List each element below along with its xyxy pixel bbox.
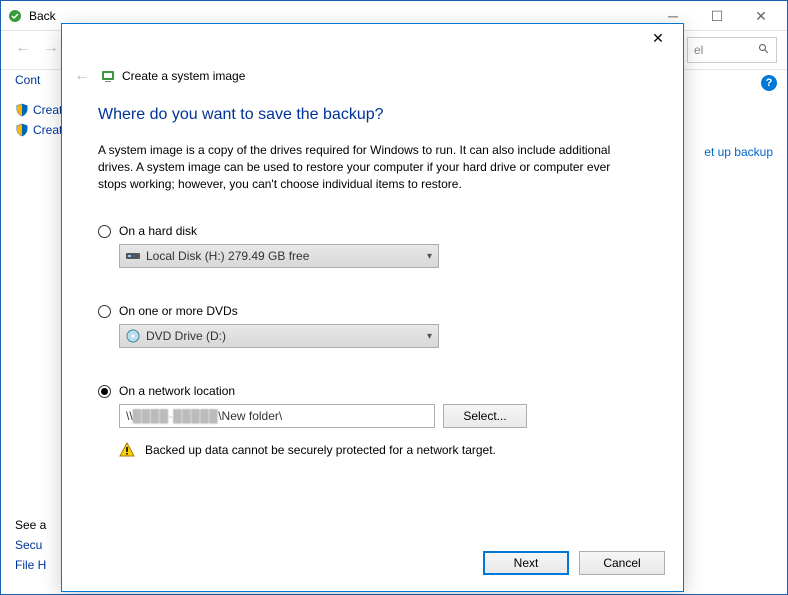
dialog-back-arrow-icon: ← xyxy=(70,64,94,88)
option-hard-disk: On a hard disk Local Disk (H:) 279.49 GB… xyxy=(98,224,647,268)
network-warning-text: Backed up data cannot be securely protec… xyxy=(145,443,496,457)
network-radio-row[interactable]: On a network location xyxy=(98,384,647,398)
network-warning-row: Backed up data cannot be securely protec… xyxy=(119,442,647,458)
next-button[interactable]: Next xyxy=(483,551,569,575)
dialog-title: Create a system image xyxy=(122,69,245,83)
dialog-close-button[interactable]: ✕ xyxy=(637,26,679,50)
search-box[interactable]: el xyxy=(687,37,777,63)
search-icon xyxy=(758,43,770,58)
sidebar-link-label: Creat xyxy=(33,123,62,137)
cancel-button[interactable]: Cancel xyxy=(579,551,665,575)
option-network: On a network location \\ ████-█████ \New… xyxy=(98,384,647,458)
hard-disk-radio-row[interactable]: On a hard disk xyxy=(98,224,647,238)
radio-icon[interactable] xyxy=(98,305,111,318)
see-also: See a Secu File H xyxy=(15,512,46,578)
hard-disk-value: Local Disk (H:) 279.49 GB free xyxy=(146,249,309,263)
dialog-question: Where do you want to save the backup? xyxy=(98,106,647,124)
search-text: el xyxy=(694,43,703,57)
hard-disk-icon xyxy=(126,249,140,263)
sidebar-link-label: Creat xyxy=(33,103,62,117)
dialog-footer: Next Cancel xyxy=(473,551,665,575)
bottom-link[interactable]: File H xyxy=(15,558,46,572)
hard-disk-combo[interactable]: Local Disk (H:) 279.49 GB free ▾ xyxy=(119,244,439,268)
dvd-value: DVD Drive (D:) xyxy=(146,329,226,343)
close-button[interactable]: ✕ xyxy=(739,3,783,29)
radio-icon[interactable] xyxy=(98,385,111,398)
bottom-link[interactable]: Secu xyxy=(15,538,46,552)
network-path-redacted: ████-█████ xyxy=(133,409,219,423)
option-dvd: On one or more DVDs DVD Drive (D:) ▾ xyxy=(98,304,647,348)
shield-icon xyxy=(15,103,29,117)
warning-icon xyxy=(119,442,135,458)
network-label: On a network location xyxy=(119,384,235,398)
network-select-button[interactable]: Select... xyxy=(443,404,527,428)
see-also-heading: See a xyxy=(15,518,46,532)
shield-icon xyxy=(15,123,29,137)
network-path-input[interactable]: \\ ████-█████ \New folder\ xyxy=(119,404,435,428)
dvd-radio-row[interactable]: On one or more DVDs xyxy=(98,304,647,318)
dialog-description: A system image is a copy of the drives r… xyxy=(98,142,638,192)
nav-back-icon: ← xyxy=(9,36,37,60)
setup-backup-link[interactable]: et up backup xyxy=(704,145,773,159)
hard-disk-label: On a hard disk xyxy=(119,224,197,238)
create-system-image-dialog: ✕ ← Create a system image Where do you w… xyxy=(61,23,684,592)
chevron-down-icon: ▾ xyxy=(427,251,432,262)
dvd-combo[interactable]: DVD Drive (D:) ▾ xyxy=(119,324,439,348)
dvd-drive-icon xyxy=(126,329,140,343)
maximize-button[interactable]: ☐ xyxy=(695,3,739,29)
backup-icon xyxy=(7,8,23,24)
radio-icon[interactable] xyxy=(98,225,111,238)
dvd-label: On one or more DVDs xyxy=(119,304,238,318)
network-path-suffix: \New folder\ xyxy=(218,409,282,423)
dialog-header: ← Create a system image xyxy=(70,64,245,88)
chevron-down-icon: ▾ xyxy=(427,331,432,342)
back-window-title: Back xyxy=(29,9,56,23)
dialog-body: Where do you want to save the backup? A … xyxy=(98,106,647,531)
network-path-prefix: \\ xyxy=(126,409,133,423)
system-image-icon xyxy=(100,68,116,84)
